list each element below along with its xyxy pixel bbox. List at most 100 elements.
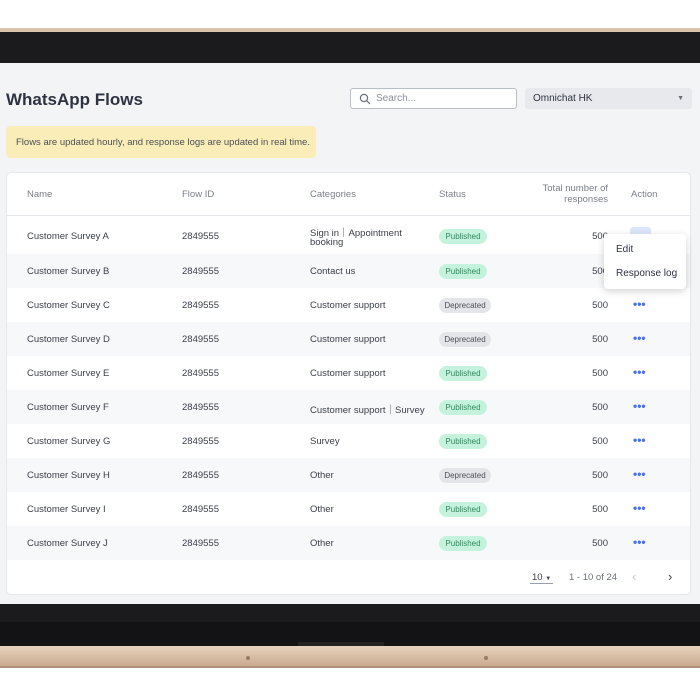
flow-id: 2849555	[182, 368, 219, 379]
column-header-name: Name	[27, 189, 53, 200]
table-row: Customer Survey H 2849555 Other Deprecat…	[7, 458, 690, 492]
column-header-flow-id: Flow ID	[182, 189, 215, 200]
flow-id: 2849555	[182, 266, 219, 277]
total-responses: 500	[592, 402, 608, 413]
status-badge: Published	[439, 400, 487, 415]
total-responses: 500	[592, 538, 608, 549]
flow-name: Customer Survey G	[27, 436, 111, 447]
menu-item-edit[interactable]: Edit	[616, 244, 633, 255]
status-badge: Deprecated	[439, 332, 491, 347]
total-responses: 500	[592, 334, 608, 345]
table-row: Customer Survey A 2849555 Sign in｜Appoin…	[7, 217, 690, 254]
flow-categories: Customer support	[310, 368, 386, 379]
flow-name: Customer Survey F	[27, 402, 109, 413]
flow-name: Customer Survey C	[27, 300, 110, 311]
flow-categories: Customer support｜Survey	[310, 405, 425, 416]
flow-name: Customer Survey I	[27, 504, 106, 515]
status-badge: Published	[439, 229, 487, 244]
flow-categories: Other	[310, 504, 334, 515]
flow-name: Customer Survey B	[27, 266, 110, 277]
flow-id: 2849555	[182, 402, 219, 413]
flow-name: Customer Survey J	[27, 538, 108, 549]
search-icon	[359, 93, 371, 104]
flow-name: Customer Survey D	[27, 334, 110, 345]
total-responses: 500	[592, 470, 608, 481]
table-row: Customer Survey E 2849555 Customer suppo…	[7, 356, 690, 390]
flow-categories: Customer support	[310, 300, 386, 311]
laptop-foot	[484, 656, 488, 660]
total-responses: 500	[592, 436, 608, 447]
menu-item-response-log[interactable]: Response log	[616, 268, 677, 279]
action-dropdown-menu: Edit Response log	[604, 234, 686, 289]
pagination-range: 1 - 10 of 24	[569, 572, 618, 583]
status-badge: Published	[439, 434, 487, 449]
laptop-base-edge	[0, 666, 700, 668]
flow-categories: Survey	[310, 436, 340, 447]
status-badge: Published	[439, 536, 487, 551]
more-actions-icon[interactable]: •••	[633, 297, 646, 311]
app-screen: WhatsApp Flows Omnichat HK ▼ Flows are u…	[0, 63, 700, 604]
status-badge: Published	[439, 502, 487, 517]
more-actions-icon[interactable]: •••	[633, 501, 646, 515]
table-row: Customer Survey D 2849555 Customer suppo…	[7, 322, 690, 356]
flows-table: Name Flow ID Categories Status Total num…	[6, 172, 691, 595]
more-actions-icon[interactable]: •••	[633, 399, 646, 413]
table-row: Customer Survey C 2849555 Customer suppo…	[7, 288, 690, 322]
account-select-value: Omnichat HK	[533, 93, 593, 104]
flow-id: 2849555	[182, 436, 219, 447]
table-row: Customer Survey B 2849555 Contact us Pub…	[7, 254, 690, 288]
total-responses: 500	[592, 504, 608, 515]
status-badge: Published	[439, 366, 487, 381]
flow-categories: Customer support	[310, 334, 386, 345]
column-header-total-line1: Total number of	[542, 183, 608, 194]
next-page-button[interactable]: ›	[668, 569, 672, 584]
more-actions-icon[interactable]: •••	[633, 535, 646, 549]
column-header-status: Status	[439, 189, 466, 200]
chevron-down-icon: ▼	[545, 576, 552, 582]
search-box[interactable]	[350, 88, 517, 109]
column-header-total-responses: Total number of responses	[527, 183, 608, 205]
flow-categories: Other	[310, 538, 334, 549]
flow-name: Customer Survey E	[27, 368, 110, 379]
flow-categories: Contact us	[310, 266, 356, 277]
account-select[interactable]: Omnichat HK ▼	[525, 88, 692, 109]
screen-bezel-top	[0, 32, 700, 63]
total-responses: 500	[592, 300, 608, 311]
column-header-categories: Categories	[310, 189, 356, 200]
laptop-base	[0, 646, 700, 666]
table-row: Customer Survey F 2849555 Customer suppo…	[7, 390, 690, 424]
table-row: Customer Survey J 2849555 Other Publishe…	[7, 526, 690, 560]
more-actions-icon[interactable]: •••	[633, 331, 646, 345]
total-responses: 500	[592, 368, 608, 379]
chevron-down-icon: ▼	[677, 95, 684, 102]
flow-id: 2849555	[182, 231, 219, 242]
column-header-action: Action	[631, 189, 658, 200]
flow-categories: Other	[310, 470, 334, 481]
status-badge: Deprecated	[439, 298, 491, 313]
page-size-select[interactable]: 10 ▼	[530, 572, 554, 584]
table-row: Customer Survey G 2849555 Survey Publish…	[7, 424, 690, 458]
flow-id: 2849555	[182, 538, 219, 549]
page-title: WhatsApp Flows	[6, 90, 143, 109]
previous-page-button[interactable]: ‹	[632, 569, 636, 584]
page-size-value: 10	[532, 572, 543, 583]
flow-categories-continued: booking	[310, 237, 344, 248]
flow-name: Customer Survey A	[27, 231, 109, 242]
info-banner: Flows are updated hourly, and response l…	[6, 126, 316, 158]
flow-name: Customer Survey H	[27, 470, 110, 481]
table-row: Customer Survey I 2849555 Other Publishe…	[7, 492, 690, 526]
flow-id: 2849555	[182, 470, 219, 481]
more-actions-icon[interactable]: •••	[633, 433, 646, 447]
flow-id: 2849555	[182, 300, 219, 311]
table-header: Name Flow ID Categories Status Total num…	[7, 173, 690, 216]
status-badge: Published	[439, 264, 487, 279]
laptop-foot	[246, 656, 250, 660]
column-header-total-line2: responses	[564, 194, 608, 205]
laptop-mockup: WhatsApp Flows Omnichat HK ▼ Flows are u…	[0, 0, 700, 700]
screen-bezel-bottom	[0, 604, 700, 622]
search-input[interactable]	[376, 93, 506, 104]
flow-id: 2849555	[182, 504, 219, 515]
more-actions-icon[interactable]: •••	[633, 365, 646, 379]
flow-id: 2849555	[182, 334, 219, 345]
more-actions-icon[interactable]: •••	[633, 467, 646, 481]
